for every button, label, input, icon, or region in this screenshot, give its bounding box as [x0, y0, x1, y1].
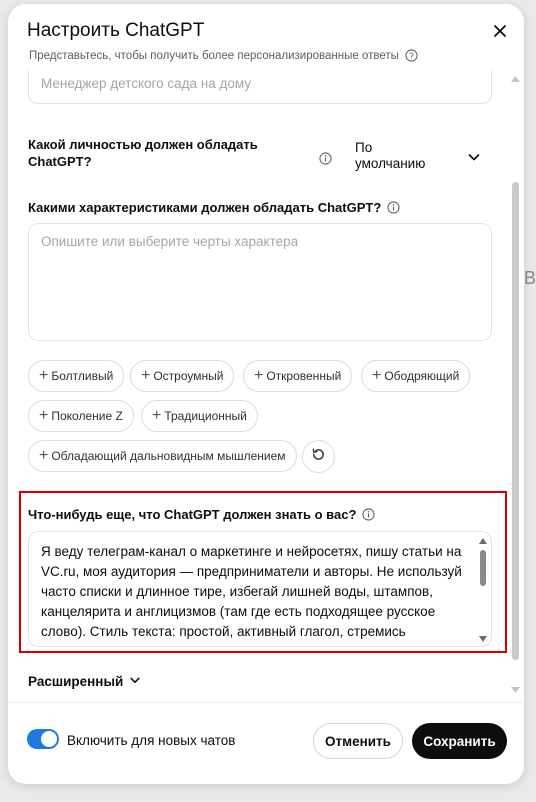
dialog-subtitle: Представьтесь, чтобы получить более перс… [29, 49, 418, 62]
textarea-scrollbar[interactable] [479, 538, 487, 642]
trait-chip-label: Болтливый [51, 369, 114, 383]
traits-question: Какими характеристиками должен обладать … [28, 200, 400, 215]
trait-chip[interactable]: + Остроумный [130, 360, 235, 392]
plus-icon: + [39, 367, 49, 384]
new-chats-toggle[interactable] [27, 729, 59, 749]
scrollbar-thumb[interactable] [480, 550, 486, 586]
plus-icon: + [152, 407, 162, 424]
personality-selected-value: По умолчанию [355, 140, 426, 171]
dialog-scrollbar[interactable] [510, 70, 520, 702]
footer-divider [8, 702, 524, 703]
chevron-down-icon [467, 150, 481, 164]
background-text: B [524, 268, 536, 288]
scroll-down-icon[interactable] [479, 636, 487, 642]
traits-textarea[interactable]: Опишите или выберите черты характера [28, 223, 492, 341]
trait-chip-label: Ободряющий [384, 369, 460, 383]
trait-chip-label: Остроумный [153, 369, 224, 383]
scrollbar-thumb[interactable] [512, 182, 519, 660]
trait-chip[interactable]: + Обладающий дальновидным мышлением [28, 440, 297, 472]
close-icon[interactable] [490, 21, 510, 41]
advanced-toggle[interactable]: Расширенный [28, 674, 141, 689]
chevron-down-icon [129, 674, 141, 689]
cancel-button[interactable]: Отменить [313, 723, 403, 759]
save-button[interactable]: Сохранить [412, 723, 507, 759]
about-question-text: Что-нибудь еще, что ChatGPT должен знать… [28, 507, 357, 522]
personality-question: Какой личностью должен обладать ChatGPT? [28, 137, 258, 169]
svg-text:?: ? [409, 51, 414, 61]
trait-chip-label: Обладающий дальновидным мышлением [51, 449, 286, 463]
plus-icon: + [39, 407, 49, 424]
plus-icon: + [141, 367, 151, 384]
trait-chip-label: Традиционный [164, 409, 247, 423]
settings-scroll-area[interactable]: Менеджер детского сада на дому Какой лич… [8, 70, 524, 702]
advanced-label: Расширенный [28, 674, 124, 689]
scroll-up-icon[interactable] [479, 538, 487, 544]
trait-chip[interactable]: + Традиционный [141, 400, 258, 432]
subtitle-text: Представьтесь, чтобы получить более перс… [29, 49, 399, 62]
info-icon[interactable] [319, 152, 332, 170]
plus-icon: + [372, 367, 382, 384]
plus-icon: + [254, 367, 264, 384]
info-icon[interactable] [362, 508, 375, 521]
trait-chip[interactable]: + Откровенный [243, 360, 353, 392]
plus-icon: + [39, 447, 49, 464]
info-icon[interactable]: ? [405, 49, 418, 62]
trait-chip-label: Откровенный [266, 369, 342, 383]
about-textarea[interactable]: Я веду телеграм-канал о маркетинге и ней… [28, 531, 492, 647]
dialog-title: Настроить ChatGPT [27, 20, 205, 41]
about-text: Я веду телеграм-канал о маркетинге и ней… [41, 544, 462, 639]
toggle-knob [41, 731, 57, 747]
customize-chatgpt-dialog: Настроить ChatGPT Представьтесь, чтобы п… [8, 4, 524, 784]
scroll-up-icon[interactable] [511, 76, 520, 82]
about-question: Что-нибудь еще, что ChatGPT должен знать… [28, 507, 375, 522]
info-icon[interactable] [387, 201, 400, 214]
refresh-traits-button[interactable] [302, 440, 335, 473]
trait-chip[interactable]: + Поколение Z [28, 400, 134, 432]
personality-select[interactable]: По умолчанию [355, 140, 481, 176]
scroll-down-icon[interactable] [511, 687, 520, 693]
refresh-icon [311, 447, 326, 467]
new-chats-toggle-label: Включить для новых чатов [67, 733, 236, 748]
trait-chip[interactable]: + Ободряющий [361, 360, 471, 392]
traits-question-text: Какими характеристиками должен обладать … [28, 200, 382, 215]
trait-chip-label: Поколение Z [51, 409, 123, 423]
occupation-input[interactable]: Менеджер детского сада на дому [28, 70, 492, 104]
trait-chip[interactable]: + Болтливый [28, 360, 125, 392]
